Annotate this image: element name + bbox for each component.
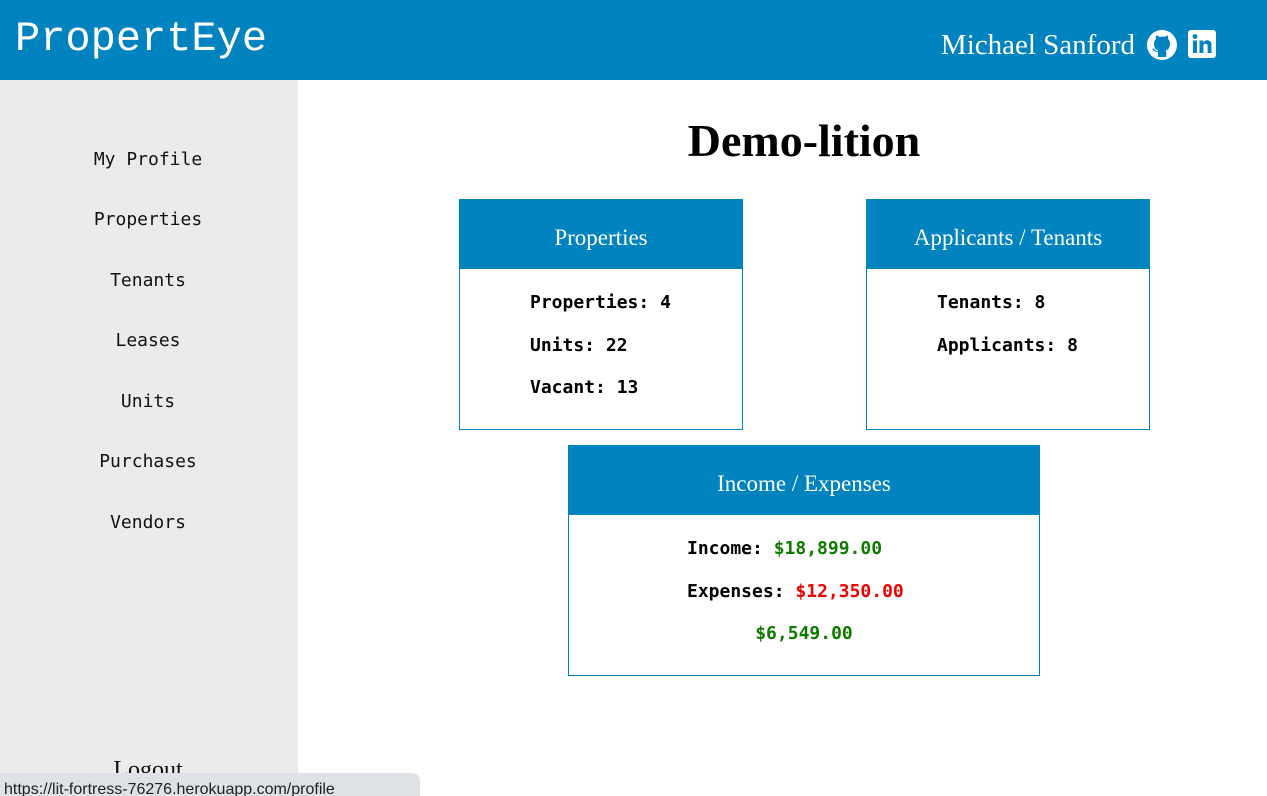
linkedin-icon[interactable] [1188, 30, 1216, 58]
stat-value: 13 [616, 377, 639, 398]
properties-card: Properties Properties: 4 Units: 22 Vacan… [459, 199, 743, 430]
stat-label: Income: [687, 538, 763, 559]
user-name: Michael Sanford [940, 29, 1135, 61]
stat-label: Applicants: [937, 335, 1057, 356]
status-url: https://lit-fortress-76276.herokuapp.com… [4, 781, 335, 796]
net-value: $6,549.00 [755, 623, 853, 644]
card-title: Income / Expenses [569, 446, 1039, 515]
sidebar-item-my-profile[interactable]: My Profile [0, 149, 296, 171]
github-icon[interactable] [1146, 29, 1178, 61]
income-value: $18,899.00 [773, 538, 883, 559]
top-navbar: PropertEye Michael Sanford [0, 0, 1267, 80]
brand-logo[interactable]: PropertEye [15, 14, 267, 64]
stat-properties: Properties: 4 [530, 292, 671, 314]
sidebar-item-tenants[interactable]: Tenants [0, 270, 296, 292]
stat-label: Expenses: [687, 581, 785, 602]
applicants-card: Applicants / Tenants Tenants: 8 Applican… [866, 199, 1150, 430]
sidebar-item-vendors[interactable]: Vendors [0, 512, 296, 534]
browser-status-bar: https://lit-fortress-76276.herokuapp.com… [0, 773, 420, 796]
card-title: Properties [460, 200, 742, 269]
sidebar: My Profile Properties Tenants Leases Uni… [0, 80, 298, 796]
sidebar-item-units[interactable]: Units [0, 391, 296, 413]
stat-income: Income: $18,899.00 [687, 538, 882, 560]
expenses-value: $12,350.00 [795, 581, 904, 602]
stat-expenses: Expenses: $12,350.00 [687, 581, 904, 603]
sidebar-item-leases[interactable]: Leases [0, 330, 296, 352]
stat-label: Vacant: [530, 377, 606, 398]
stat-value: 22 [605, 335, 628, 356]
stat-value: 8 [1067, 335, 1078, 356]
page-title: Demo-lition [687, 115, 921, 166]
card-title: Applicants / Tenants [867, 200, 1149, 269]
sidebar-item-properties[interactable]: Properties [0, 209, 296, 231]
stat-applicants: Applicants: 8 [937, 335, 1078, 357]
stat-label: Units: [530, 335, 596, 356]
income-expenses-card: Income / Expenses Income: $18,899.00 Exp… [568, 445, 1040, 676]
stat-value: 8 [1034, 292, 1046, 313]
stat-value: 4 [660, 292, 671, 313]
stat-label: Tenants: [937, 292, 1024, 313]
stat-vacant: Vacant: 13 [530, 377, 638, 399]
stat-tenants: Tenants: 8 [937, 292, 1045, 314]
stat-label: Properties: [530, 292, 650, 313]
sidebar-item-purchases[interactable]: Purchases [0, 451, 296, 473]
stat-units: Units: 22 [530, 335, 628, 357]
